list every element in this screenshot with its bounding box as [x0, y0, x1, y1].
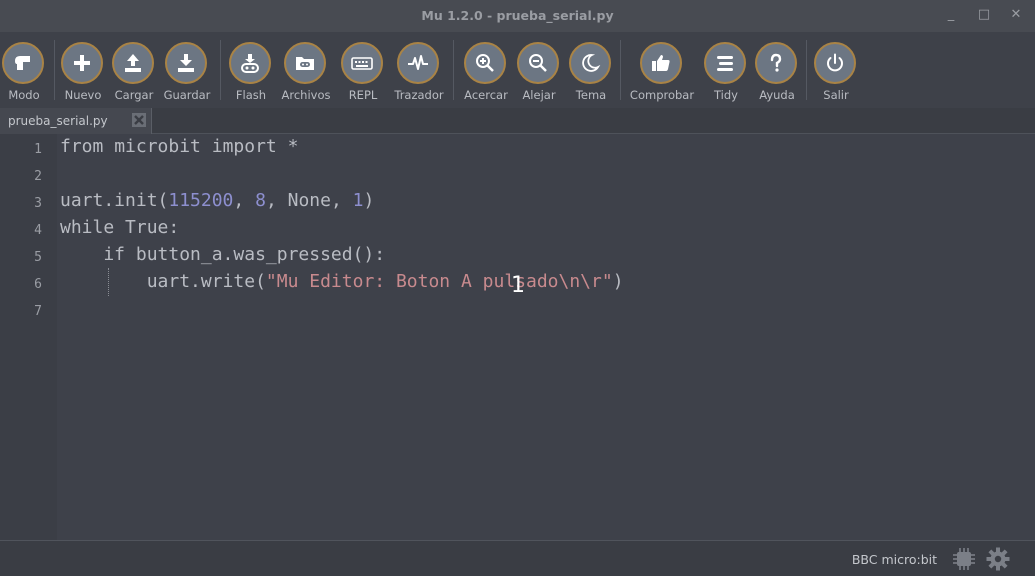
line-number: 5: [34, 250, 42, 265]
mode-indicator[interactable]: BBC micro:bit: [852, 552, 937, 567]
tab-prueba-serial[interactable]: prueba_serial.py: [0, 108, 152, 134]
tab-label: prueba_serial.py: [8, 114, 108, 128]
code-line-1: from microbit import *: [60, 136, 298, 157]
line-number: 1: [34, 142, 42, 157]
microbit-chip-icon[interactable]: [952, 547, 976, 571]
line-number-gutter: 1 2 3 4 5 6 7: [0, 134, 57, 540]
line-number: 4: [34, 223, 42, 238]
mode-button[interactable]: Modo: [2, 32, 46, 108]
code-token: uart.write(: [60, 271, 266, 292]
code-line-4: while True:: [60, 217, 180, 238]
status-bar: BBC micro:bit: [0, 540, 1035, 576]
code-line-3: uart.init(115200, 8, None, 1): [60, 190, 374, 211]
line-number: 2: [34, 169, 42, 184]
gear-icon[interactable]: [986, 547, 1010, 571]
moon-icon: [569, 42, 611, 84]
code-editor[interactable]: 1 2 3 4 5 6 7 from microbit import * uar…: [0, 134, 1035, 540]
theme-button[interactable]: Tema: [569, 32, 613, 108]
save-button[interactable]: Guardar: [164, 32, 210, 108]
line-number: 7: [34, 304, 42, 319]
code-token: ): [612, 271, 624, 292]
code-token: *: [276, 136, 299, 157]
code-token: , None,: [265, 190, 353, 211]
quit-button[interactable]: Salir: [814, 32, 858, 108]
line-number: 6: [34, 277, 42, 292]
maximize-button[interactable]: □: [975, 6, 993, 24]
code-token: ): [363, 190, 375, 211]
keyboard-icon: [341, 42, 383, 84]
power-icon: [814, 42, 856, 84]
code-token: "Mu Editor: Boton A pulsado\n\r": [265, 271, 613, 292]
mode-icon: [2, 42, 44, 84]
close-window-button[interactable]: ✕: [1007, 6, 1025, 24]
toolbar: Modo Nuevo Cargar Guardar Flash Archivos: [0, 32, 1035, 108]
zoom-out-icon: [517, 42, 559, 84]
folder-icon: [284, 42, 326, 84]
minimize-button[interactable]: _: [942, 6, 960, 24]
code-line-6: uart.write("Mu Editor: Boton A pulsado\n…: [60, 271, 624, 292]
upload-icon: [112, 42, 154, 84]
indent-guide: [108, 268, 109, 296]
code-token: 115200: [168, 190, 234, 211]
quit-label: Salir: [823, 88, 849, 102]
code-token: ,: [233, 190, 256, 211]
plotter-button[interactable]: Trazador: [394, 32, 444, 108]
question-icon: [755, 42, 797, 84]
overlay-number: 1: [511, 273, 525, 298]
code-token: uart.init(: [60, 190, 169, 211]
check-button[interactable]: Comprobar: [630, 32, 694, 108]
close-tab-icon[interactable]: [132, 113, 146, 127]
tab-bar: prueba_serial.py: [0, 108, 1035, 134]
code-line-5: if button_a.was_pressed():: [60, 244, 386, 265]
code-token: import: [211, 136, 277, 157]
flash-icon: [229, 42, 271, 84]
download-icon: [165, 42, 207, 84]
code-token: from: [60, 136, 104, 157]
window-title: Mu 1.2.0 - prueba_serial.py: [421, 8, 614, 23]
zoom-in-icon: [464, 42, 506, 84]
pulse-icon: [397, 42, 439, 84]
thumbs-up-icon: [640, 42, 682, 84]
title-bar: Mu 1.2.0 - prueba_serial.py _ □ ✕: [0, 0, 1035, 32]
code-token: microbit: [103, 136, 212, 157]
code-token: 8: [255, 190, 266, 211]
plus-icon: [61, 42, 103, 84]
lines-icon: [704, 42, 746, 84]
code-token: 1: [352, 190, 364, 211]
line-number: 3: [34, 196, 42, 211]
help-button[interactable]: Ayuda: [755, 32, 799, 108]
